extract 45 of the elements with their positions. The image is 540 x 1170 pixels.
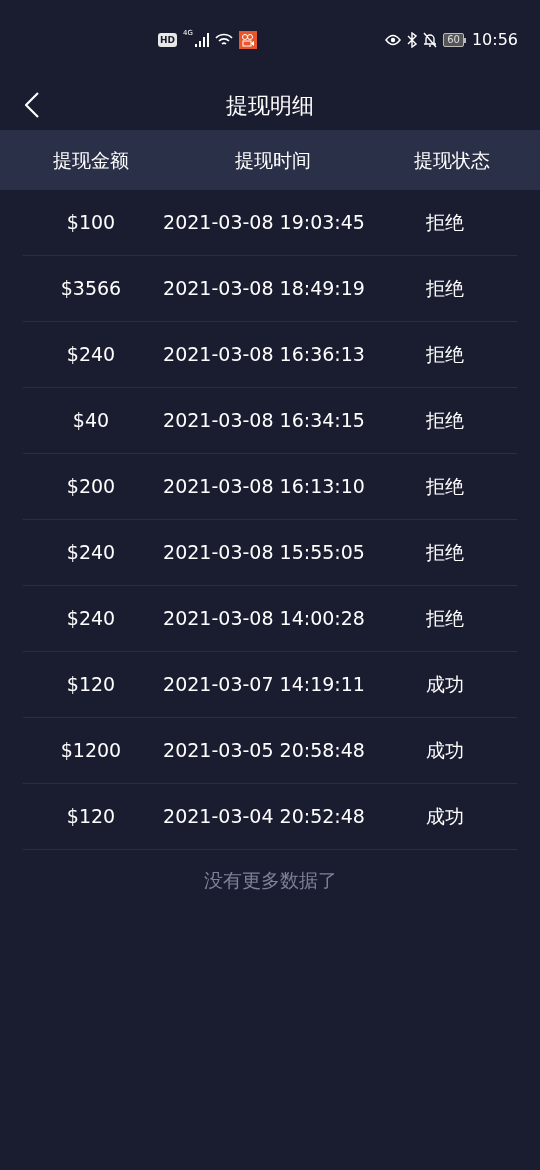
amount-cell-text: $120: [65, 804, 117, 830]
hd-badge: HD: [158, 33, 177, 47]
battery-indicator: 60: [443, 33, 464, 47]
signal-icon: [194, 33, 209, 47]
time-cell-text: 2021-03-07 14:19:11: [162, 672, 366, 698]
status-cell-text: 拒绝: [424, 606, 465, 632]
status-cell-text: 拒绝: [424, 474, 465, 500]
time-cell-text: 2021-03-04 20:52:48: [162, 804, 366, 830]
time-cell-text: 2021-03-05 20:58:48: [162, 738, 366, 764]
time-cell-text: 2021-03-08 16:36:13: [162, 342, 366, 368]
column-header: 提现时间: [234, 147, 312, 173]
wifi-icon: [214, 33, 233, 47]
amount-cell-text: $3566: [59, 276, 123, 302]
bell-off-icon: [423, 32, 438, 48]
time-cell-text: 2021-03-08 14:00:28: [162, 606, 366, 632]
amount-cell-text: $1200: [59, 738, 123, 764]
time-cell-text: 2021-03-08 16:34:15: [162, 408, 366, 434]
clock-time: 10:56: [471, 29, 518, 51]
time-cell-text: 2021-03-08 19:03:45: [162, 210, 366, 236]
bluetooth-icon: [407, 32, 418, 48]
amount-cell-text: $240: [65, 540, 117, 566]
status-cell-text: 成功: [424, 738, 465, 764]
back-icon[interactable]: [25, 92, 39, 118]
time-cell-text: 2021-03-08 18:49:19: [162, 276, 366, 302]
status-cell-text: 拒绝: [424, 540, 465, 566]
time-cell-text: 2021-03-08 16:13:10: [162, 474, 366, 500]
column-header: 提现状态: [413, 147, 491, 173]
amount-cell-text: $240: [65, 606, 117, 632]
amount-cell-text: $200: [65, 474, 117, 500]
status-cell-text: 拒绝: [424, 408, 465, 434]
status-cell-text: 成功: [424, 672, 465, 698]
status-cell-text: 成功: [424, 804, 465, 830]
column-header: 提现金额: [52, 147, 130, 173]
video-camera-icon: [238, 31, 257, 49]
amount-cell-text: $40: [71, 408, 111, 434]
status-cell-text: 拒绝: [424, 276, 465, 302]
status-cell-text: 拒绝: [424, 210, 465, 236]
amount-cell-text: $120: [65, 672, 117, 698]
no-more-data-text: 没有更多数据了: [203, 869, 337, 891]
amount-cell-text: $100: [65, 210, 117, 236]
time-cell-text: 2021-03-08 15:55:05: [162, 540, 366, 566]
amount-cell-text: $240: [65, 342, 117, 368]
status-cell-text: 拒绝: [424, 342, 465, 368]
page-title: 提现明细: [226, 91, 314, 120]
eye-icon: [385, 34, 402, 46]
